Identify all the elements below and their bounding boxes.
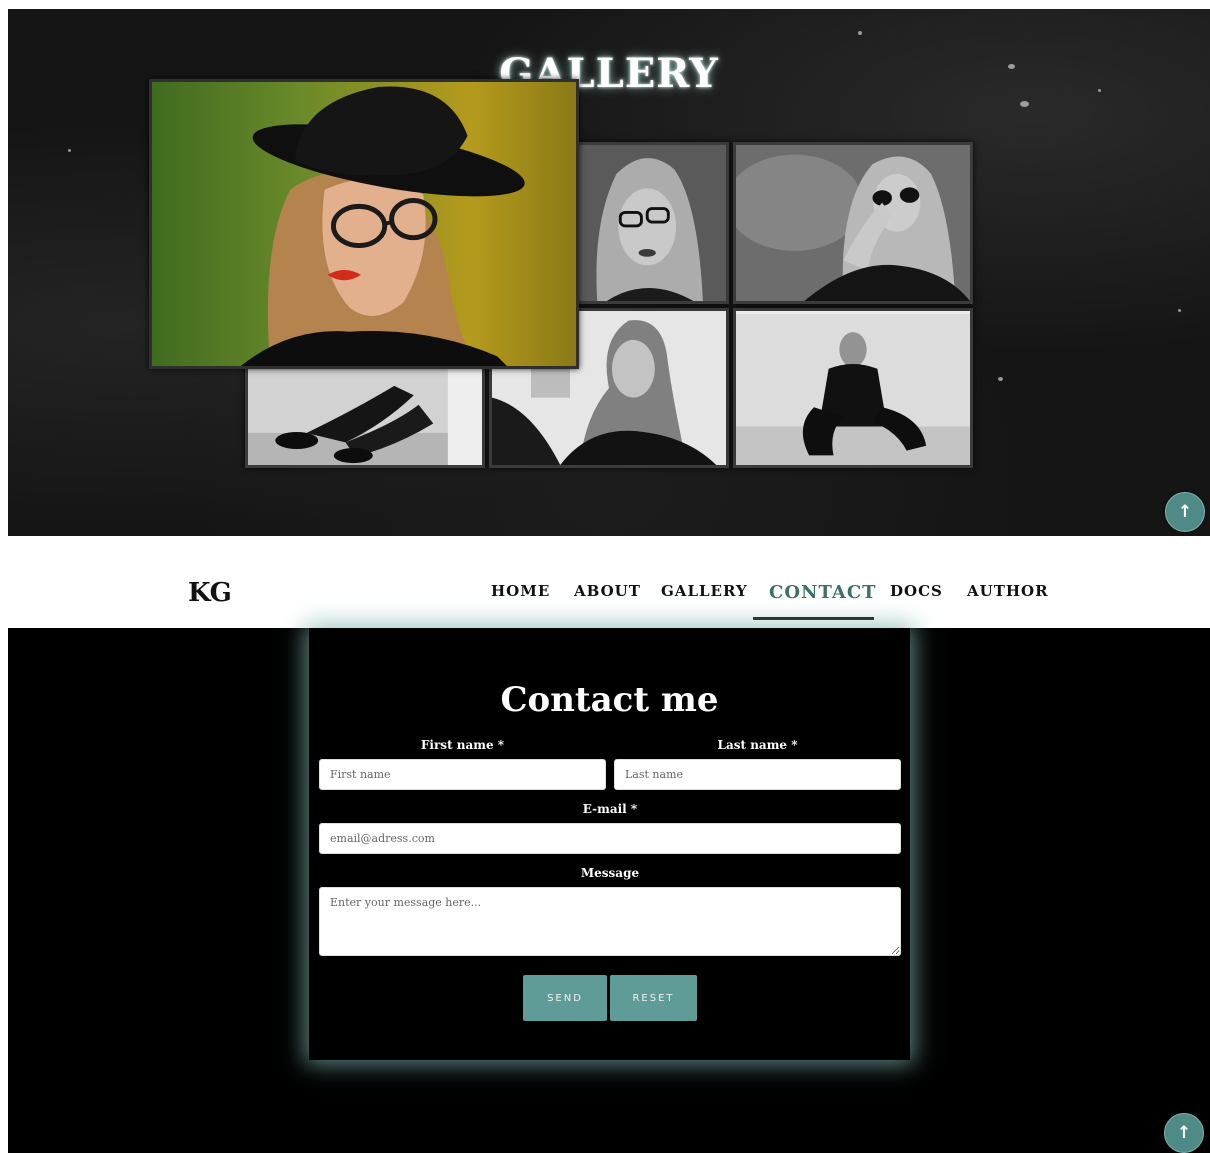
- arrow-up-icon: ↑: [1177, 502, 1193, 522]
- texture-speck: [1178, 309, 1181, 312]
- last-name-label: Last name *: [717, 738, 798, 752]
- nav-item-contact[interactable]: CONTACT: [769, 582, 877, 603]
- nav-item-home[interactable]: HOME: [491, 582, 550, 600]
- brand-logo[interactable]: KG: [188, 578, 232, 608]
- gallery-photo-sunglasses[interactable]: [733, 142, 973, 304]
- message-textarea[interactable]: [319, 887, 901, 956]
- gallery-photo-featured[interactable]: [149, 79, 579, 369]
- contact-form: Contact me First name * Last name * E-ma…: [309, 628, 910, 1060]
- nav-item-gallery[interactable]: GALLERY: [661, 582, 748, 600]
- contact-title: Contact me: [500, 680, 719, 721]
- texture-speck: [998, 377, 1003, 381]
- texture-speck: [858, 31, 862, 35]
- email-label: E-mail *: [582, 802, 638, 816]
- gallery-photo-glasses-closeup[interactable]: [575, 142, 729, 304]
- scroll-to-top-button[interactable]: ↑: [1164, 1113, 1204, 1153]
- first-name-label: First name *: [420, 738, 505, 752]
- gallery-photo-legs-floor[interactable]: [245, 364, 485, 468]
- gallery-section: GALLERY ↑: [8, 9, 1210, 536]
- first-name-input[interactable]: [319, 759, 606, 790]
- last-name-input[interactable]: [614, 759, 901, 790]
- arrow-up-icon: ↑: [1176, 1123, 1192, 1143]
- scroll-to-top-button[interactable]: ↑: [1165, 492, 1205, 532]
- texture-speck: [68, 149, 71, 152]
- message-label: Message: [580, 866, 640, 880]
- send-button[interactable]: SEND: [523, 975, 607, 1021]
- email-input[interactable]: [319, 823, 901, 854]
- reset-button[interactable]: RESET: [610, 975, 697, 1021]
- gallery-photo-sitting-floor[interactable]: [733, 308, 973, 468]
- nav-item-docs[interactable]: DOCS: [890, 582, 943, 600]
- contact-section: Contact me First name * Last name * E-ma…: [8, 628, 1210, 1153]
- navbar: KG HOME ABOUT GALLERY CONTACT DOCS AUTHO…: [0, 560, 1210, 628]
- nav-item-about[interactable]: ABOUT: [574, 582, 641, 600]
- nav-item-author[interactable]: AUTHOR: [967, 582, 1049, 600]
- texture-speck: [1020, 101, 1029, 107]
- active-nav-indicator: [753, 617, 874, 620]
